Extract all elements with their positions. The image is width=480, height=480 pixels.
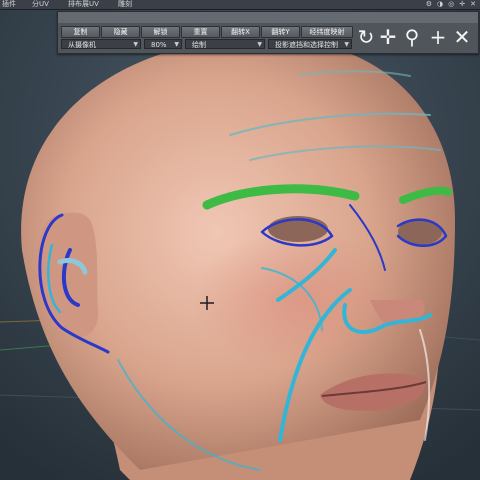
settings-icon[interactable]: ⚙ [426,0,432,9]
projection-source-value: 从摄像机 [68,41,96,49]
view-icon[interactable]: ◎ [448,0,454,9]
mode-value: 绘制 [192,41,206,49]
latlong-map-button[interactable]: 经纬度映射 [301,26,353,38]
menu-item-plugin[interactable]: 插件 [2,0,16,9]
chevron-down-icon: ▼ [133,41,138,48]
menubar-icons: ⚙ ◑ ◎ ✛ ✕ [426,0,476,9]
chevron-down-icon: ▼ [257,41,262,48]
add-icon[interactable]: + [428,26,448,48]
chevron-down-icon: ▼ [344,41,349,48]
flip-x-button[interactable]: 翻转X [221,26,260,38]
menu-item-split-uv[interactable]: 分UV [32,0,49,9]
contrast-icon[interactable]: ◑ [437,0,443,9]
menu-bar: 插件 分UV 排布展UV 雕刻 ⚙ ◑ ◎ ✛ ✕ [0,0,480,10]
occlusion-value: 投影遮挡和选择控制 [275,41,338,49]
projection-tool-panel: 复制 隐藏 解锁 重置 翻转X 翻转Y 经纬度映射 从摄像机 ▼ 80% ▼ 绘… [57,11,479,54]
unlock-button[interactable]: 解锁 [141,26,180,38]
move-icon[interactable]: ✛ [459,0,465,9]
mode-dropdown[interactable]: 绘制 ▼ [185,39,265,49]
flip-y-button[interactable]: 翻转Y [261,26,300,38]
close-icon[interactable]: ✕ [470,0,476,9]
3d-viewport[interactable] [0,0,480,480]
panel-titlebar[interactable] [58,12,478,23]
opacity-dropdown[interactable]: 80% ▼ [144,39,182,49]
projection-source-dropdown[interactable]: 从摄像机 ▼ [61,39,141,49]
chevron-down-icon: ▼ [174,41,179,48]
zoom-icon[interactable]: ⚲ [402,26,422,48]
close-icon[interactable]: ✕ [452,26,472,48]
move-icon[interactable]: ✛ [378,26,398,48]
menu-item-layout-uv[interactable]: 排布展UV [68,0,99,9]
occlusion-dropdown[interactable]: 投影遮挡和选择控制 ▼ [268,39,352,49]
copy-button[interactable]: 复制 [61,26,100,38]
reset-button[interactable]: 重置 [181,26,220,38]
menu-item-sculpt[interactable]: 雕刻 [118,0,132,9]
hide-button[interactable]: 隐藏 [101,26,140,38]
opacity-value: 80% [151,41,167,49]
rotate-icon[interactable]: ↻ [356,26,376,48]
